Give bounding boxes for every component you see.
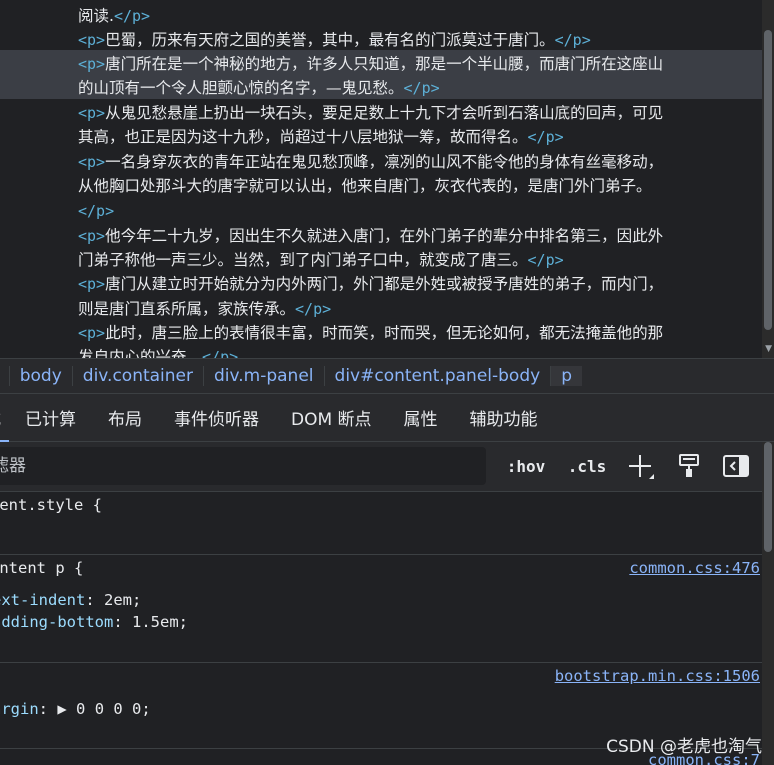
dom-text: 从鬼见愁悬崖上扔出一块石头，要足足数上十九下才会听到石落山底的回声，可见	[105, 104, 664, 122]
tab-event-listeners[interactable]: 事件侦听器	[158, 394, 275, 442]
property-value[interactable]: 1.5em;	[132, 613, 188, 631]
dom-line[interactable]: 门弟子称他一声三少。当然，到了内门弟子口中，就变成了唐三。</p>	[78, 248, 762, 272]
dom-tag: </p>	[527, 128, 564, 146]
rule-selector[interactable]: ontent p {	[0, 559, 83, 577]
dom-text: 发自内心的兴奋。	[78, 348, 203, 358]
breadcrumb-item-m-panel[interactable]: div.m-panel	[203, 366, 324, 386]
sidebar-tabs: 式 已计算 布局 事件侦听器 DOM 断点 属性 辅助功能	[0, 394, 774, 442]
dom-line[interactable]: <p>从鬼见愁悬崖上扔出一块石头，要足足数上十九下才会听到石落山底的回声，可见	[78, 101, 762, 125]
dom-line[interactable]: 从他胸口处那斗大的唐字就可以认出，他来自唐门，灰衣代表的，是唐门外门弟子。	[78, 174, 762, 198]
csdn-watermark: CSDN @老虎也淘气	[606, 737, 762, 757]
property-value[interactable]: 2em;	[104, 591, 141, 609]
dom-text: 唐门从建立时开始就分为内外两门，外门都是外姓或被授予唐姓的弟子，而内门，	[105, 275, 664, 293]
rule-selector[interactable]: nent.style {	[0, 496, 102, 514]
dom-tag: <p>	[78, 104, 106, 122]
element-style-rule[interactable]: nent.style { }	[0, 492, 762, 554]
dom-line[interactable]: 阅读.</p>	[78, 4, 762, 28]
dom-scrollbar-thumb[interactable]	[764, 30, 772, 330]
dom-text: 其高，也正是因为这十九秒，尚超过十八层地狱一筹，故而得名。	[78, 128, 528, 146]
dom-line[interactable]: <p>他今年二十九岁，因出生不久就进入唐门，在外门弟子的辈分中排名第三，因此外	[78, 224, 762, 248]
breadcrumb-item-body[interactable]: body	[8, 366, 72, 386]
dom-tag: </p>	[403, 79, 440, 97]
dom-tag: </p>	[78, 202, 115, 220]
property-value[interactable]: 0 0 0 0;	[76, 700, 151, 718]
breadcrumb-item-p[interactable]: p	[550, 366, 582, 386]
dom-line[interactable]: </p>	[78, 199, 762, 223]
rendering-emulation-button[interactable]	[674, 451, 704, 481]
dom-tag: </p>	[554, 31, 591, 49]
dom-line-selected[interactable]: <p>唐门所在是一个神秘的地方，许多人只知道，那是一个半山腰，而唐门所在这座山	[78, 52, 762, 76]
expand-shorthand-triangle-icon[interactable]: ▶	[57, 700, 66, 718]
property-name[interactable]: adding-bottom	[0, 613, 113, 631]
style-property[interactable]: argin: ▶ 0 0 0 0;	[0, 700, 151, 718]
toggle-computed-sidebar-button[interactable]	[721, 451, 751, 481]
filter-input[interactable]	[0, 447, 486, 485]
rule-source-link[interactable]: bootstrap.min.css:1506	[555, 667, 760, 685]
style-rule-content-p[interactable]: ontent p { common.css:476 ext-indent: 2e…	[0, 554, 762, 662]
tab-computed[interactable]: 已计算	[9, 394, 92, 442]
dom-text: 门弟子称他一声三少。当然，到了内门弟子口中，就变成了唐三。	[78, 251, 528, 269]
dom-tag: </p>	[113, 7, 151, 25]
styles-scrollbar-thumb[interactable]	[764, 442, 772, 552]
dom-line-selected[interactable]: 的山顶有一个令人胆颤心惊的名字，—鬼见愁。</p>	[78, 76, 762, 100]
tab-accessibility[interactable]: 辅助功能	[454, 394, 554, 442]
property-name[interactable]: ext-indent	[0, 591, 85, 609]
dom-text: 他今年二十九岁，因出生不久就进入唐门，在外门弟子的辈分中排名第三，因此外	[105, 227, 664, 245]
dom-line[interactable]: 发自内心的兴奋。</p>	[78, 345, 762, 358]
style-property[interactable]: adding-bottom: 1.5em;	[0, 613, 188, 631]
dom-text: 则是唐门直系所属，家族传承。	[78, 300, 296, 318]
dom-tag: </p>	[295, 300, 332, 318]
dom-line[interactable]: 则是唐门直系所属，家族传承。</p>	[78, 297, 762, 321]
dom-text: 从他胸口处那斗大的唐字就可以认出，他来自唐门，灰衣代表的，是唐门外门弟子。	[78, 177, 652, 195]
plus-icon	[629, 455, 654, 479]
dom-line[interactable]: <p>唐门从建立时开始就分为内外两门，外门都是外姓或被授予唐姓的弟子，而内门，	[78, 272, 762, 296]
sidebar-toggle-icon	[723, 455, 749, 477]
dom-text: 唐门所在是一个神秘的地方，许多人只知道，那是一个半山腰，而唐门所在这座山	[105, 55, 664, 73]
class-toggle-button[interactable]: .cls	[566, 451, 608, 481]
styles-scrollbar[interactable]	[762, 442, 774, 765]
tab-styles[interactable]: 式	[0, 394, 9, 442]
dom-line[interactable]: <p>此时，唐三脸上的表情很丰富，时而笑，时而哭，但无论如何，都无法掩盖他的那	[78, 321, 762, 345]
dom-tag: <p>	[78, 275, 106, 293]
rule-source-link[interactable]: common.css:476	[629, 559, 760, 577]
dom-tag: <p>	[78, 227, 106, 245]
new-style-rule-button[interactable]	[624, 451, 656, 481]
dom-breadcrumb: l body div.container div.m-panel div#con…	[0, 358, 774, 394]
dom-text: 此时，唐三脸上的表情很丰富，时而笑，时而哭，但无论如何，都无法掩盖他的那	[105, 324, 664, 342]
dom-tag: </p>	[527, 251, 564, 269]
breadcrumb-item[interactable]: l	[0, 366, 9, 386]
paint-roller-icon	[679, 454, 699, 477]
elements-dom-tree: 阅读.</p> <p>巴蜀，历来有天府之国的美誉，其中，最有名的门派莫过于唐门。…	[0, 0, 774, 358]
dom-line[interactable]: 其高，也正是因为这十九秒，尚超过十八层地狱一筹，故而得名。</p>	[78, 125, 762, 149]
dom-text: 一名身穿灰衣的青年正站在鬼见愁顶峰，凛冽的山风不能令他的身体有丝毫移动，	[105, 153, 664, 171]
breadcrumb-item-container[interactable]: div.container	[71, 366, 203, 386]
dom-text: 的山顶有一个令人胆颤心惊的名字，—鬼见愁。	[78, 79, 404, 97]
dom-line[interactable]: <p>巴蜀，历来有天府之国的美誉，其中，最有名的门派莫过于唐门。</p>	[78, 28, 762, 52]
dom-text: 巴蜀，历来有天府之国的美誉，其中，最有名的门派莫过于唐门。	[105, 31, 555, 49]
dom-tag: <p>	[78, 55, 106, 73]
tab-dom-breakpoints[interactable]: DOM 断点	[275, 394, 388, 442]
dom-tag: </p>	[202, 348, 239, 358]
tab-layout[interactable]: 布局	[92, 394, 158, 442]
breadcrumb-item-content[interactable]: div#content.panel-body	[323, 366, 551, 386]
property-name[interactable]: argin	[0, 700, 39, 718]
styles-pane: nent.style { } ontent p { common.css:476…	[0, 492, 762, 765]
style-property[interactable]: ext-indent: 2em;	[0, 591, 141, 609]
scroll-down-arrow-icon[interactable]: ▼	[765, 344, 772, 354]
hover-state-button[interactable]: :hov	[505, 451, 547, 481]
dom-scrollbar[interactable]: ▼	[762, 0, 774, 358]
dom-text: 阅读.	[78, 7, 114, 25]
dom-tag: <p>	[78, 153, 106, 171]
dom-tag: <p>	[78, 31, 106, 49]
dom-tag: <p>	[78, 324, 106, 342]
dom-line[interactable]: <p>一名身穿灰衣的青年正站在鬼见愁顶峰，凛冽的山风不能令他的身体有丝毫移动，	[78, 150, 762, 174]
tab-properties[interactable]: 属性	[388, 394, 454, 442]
styles-toolbar: :hov .cls	[0, 442, 774, 492]
